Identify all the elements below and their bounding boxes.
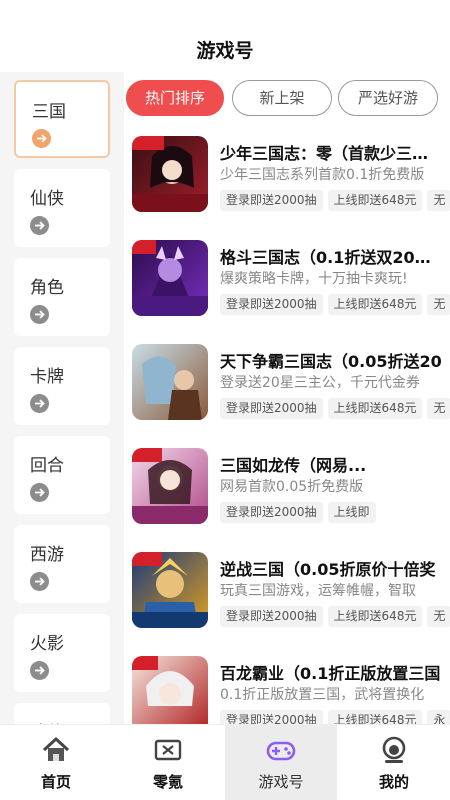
gamepad-icon [266,735,296,765]
game-tag: 上线即 [327,502,376,523]
game-list-item[interactable]: 逆战三国（0.05折原价十倍奖 玩真三国游戏，运筹帷幄，智取 登录即送2000抽… [124,552,450,648]
game-list-item[interactable]: 天下争霸三国志（0.05折送20 登录送20星三主公，千元代金券 登录即送200… [124,344,450,440]
sidebar-item-kapai[interactable]: 卡牌 [14,347,110,425]
game-description: 玩真三国游戏，运筹帷幄，智取 [220,583,416,599]
sidebar-item-label: 仙侠 [30,189,64,209]
game-icon[interactable] [132,344,208,420]
game-tags: 登录即送2000抽 上线即送648元无 [220,294,450,316]
filter-new-release[interactable]: 新上架 [232,80,332,116]
sidebar-item-xiyou[interactable]: 西游 [14,525,110,603]
game-icon[interactable] [132,136,208,212]
game-tags: 登录即送2000抽 上线即送648元无 [220,606,450,628]
game-title: 三国如龙传（网易... [220,456,367,475]
page-title: 游戏号 [196,40,254,62]
arrow-right-icon [30,661,49,680]
game-description: 登录送20星三主公，千元代金券 [220,375,420,391]
home-icon [41,735,71,765]
game-title: 天下争霸三国志（0.05折送20 [220,352,442,371]
game-tag: 无 [427,190,450,211]
game-title: 少年三国志：零（首款少三… [220,144,429,163]
tab-label: 零氪 [152,773,183,791]
game-tags: 登录即送2000抽 上线即送648元永 [220,710,450,724]
filter-hot-sort[interactable]: 热门排序 [126,80,224,116]
tab-game-account[interactable]: 游戏号 [225,725,337,800]
arrow-right-icon [32,129,51,148]
game-list-item[interactable]: 格斗三国志（0.1折送双20… 爆爽策略卡牌，十万抽卡爽玩! 登录即送2000抽… [124,240,450,336]
game-tag: 永 [427,710,450,724]
game-tag: 上线即送648元 [327,710,423,724]
arrow-right-icon [30,483,49,502]
sidebar-item-huihe[interactable]: 回合 [14,436,110,514]
tab-label: 我的 [378,773,409,791]
tab-profile[interactable]: 我的 [338,725,450,800]
sidebar-item-label: 西游 [30,545,64,565]
tab-label: 游戏号 [258,773,304,791]
arrow-right-icon [30,572,49,591]
game-icon[interactable] [132,552,208,628]
game-title: 格斗三国志（0.1折送双20… [220,248,431,267]
tab-home[interactable]: 首页 [0,725,112,800]
tab-label: 首页 [40,773,71,791]
game-tag: 上线即送648元 [327,398,423,419]
game-tag: 上线即送648元 [327,294,423,315]
bottom-tab-bar: 首页 零氪 游戏号 我的 [0,724,450,800]
game-icon[interactable] [132,448,208,524]
tab-zeroke[interactable]: 零氪 [112,725,224,800]
game-description: 爆爽策略卡牌，十万抽卡爽玩! [220,271,408,287]
game-tag: 登录即送2000抽 [220,190,323,211]
card-icon [153,735,183,765]
game-tags: 登录即送2000抽 上线即 [220,502,450,524]
sidebar-item-label: 卡牌 [30,367,64,387]
arrow-right-icon [30,394,49,413]
game-icon[interactable] [132,656,208,724]
game-tag: 登录即送2000抽 [220,502,323,523]
game-tag: 无 [427,606,450,627]
game-icon[interactable] [132,240,208,316]
game-tag: 无 [427,294,450,315]
game-tags: 登录即送2000抽 上线即送648元无 [220,190,450,212]
game-list-item[interactable]: 三国如龙传（网易... 网易首款0.05折免费版 登录即送2000抽 上线即 [124,448,450,544]
category-sidebar: 三国 仙侠 角色 卡牌 回合 西游 火影 武侠 [0,72,124,724]
game-description: 少年三国志系列首款0.1折免费版 [220,167,425,183]
filter-curated[interactable]: 严选好游 [338,80,438,116]
sidebar-item-label: 角色 [30,278,64,298]
game-list-item[interactable]: 少年三国志：零（首款少三… 少年三国志系列首款0.1折免费版 登录即送2000抽… [124,136,450,232]
sidebar-item-huoying[interactable]: 火影 [14,614,110,692]
game-tag: 登录即送2000抽 [220,710,323,724]
arrow-right-icon [30,305,49,324]
sidebar-item-juese[interactable]: 角色 [14,258,110,336]
game-description: 网易首款0.05折免费版 [220,479,364,495]
profile-icon [379,735,409,765]
arrow-right-icon [30,216,49,235]
sidebar-item-xianxia[interactable]: 仙侠 [14,169,110,247]
sidebar-item-label: 三国 [32,102,66,122]
sidebar-item-wuxia[interactable]: 武侠 [14,703,110,724]
sidebar-item-label: 回合 [30,456,64,476]
game-tag: 登录即送2000抽 [220,294,323,315]
game-tag: 上线即送648元 [327,190,423,211]
game-title: 百龙霸业（0.1折正版放置三国 [220,664,441,683]
sidebar-item-label: 火影 [30,634,64,654]
game-title: 逆战三国（0.05折原价十倍奖 [220,560,436,579]
game-tag: 登录即送2000抽 [220,398,323,419]
game-list-item[interactable]: 百龙霸业（0.1折正版放置三国 0.1折正版放置三国，武将置换化 登录即送200… [124,656,450,724]
game-tag: 无 [427,398,450,419]
game-tag: 登录即送2000抽 [220,606,323,627]
game-list-panel: 热门排序 新上架 严选好游 少年三国志：零（首款少三… 少年三国志系列首款0.1… [124,72,450,724]
header: 游戏号 [0,0,450,72]
game-description: 0.1折正版放置三国，武将置换化 [220,687,425,703]
sidebar-item-sanguo[interactable]: 三国 [14,80,110,158]
game-tags: 登录即送2000抽 上线即送648元无 [220,398,450,420]
game-tag: 上线即送648元 [327,606,423,627]
